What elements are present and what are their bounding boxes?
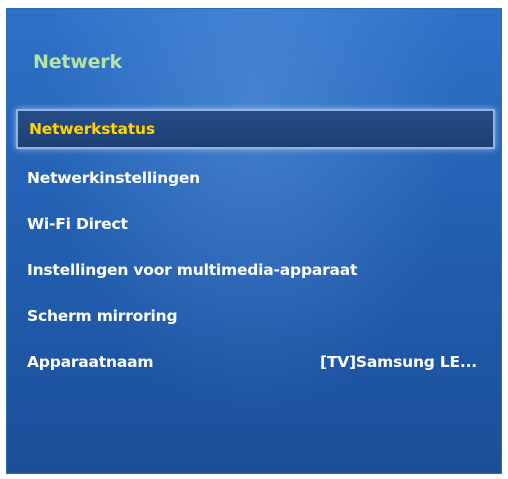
network-menu-panel: Netwerk Netwerkstatus Netwerkinstellinge… — [6, 8, 502, 474]
menu-item-wifi-direct[interactable]: Wi-Fi Direct — [7, 201, 501, 247]
menu-item-netwerkinstellingen[interactable]: Netwerkinstellingen — [7, 155, 501, 201]
menu-item-screen-mirroring[interactable]: Scherm mirroring — [7, 293, 501, 339]
menu-item-label: Netwerkinstellingen — [27, 169, 200, 187]
menu-item-netwerkstatus[interactable]: Netwerkstatus — [16, 109, 495, 149]
menu-item-label: Wi-Fi Direct — [27, 215, 128, 233]
menu-title: Netwerk — [33, 51, 122, 73]
menu-item-device-name[interactable]: Apparaatnaam [TV]Samsung LE... — [7, 339, 501, 385]
menu-item-label: Netwerkstatus — [29, 120, 155, 138]
tv-screen: Netwerk Netwerkstatus Netwerkinstellinge… — [0, 0, 508, 479]
menu-item-multimedia-settings[interactable]: Instellingen voor multimedia-apparaat — [7, 247, 501, 293]
menu-item-label: Instellingen voor multimedia-apparaat — [27, 261, 358, 279]
device-name-value: [TV]Samsung LE... — [319, 353, 477, 371]
menu-list: Netwerkstatus Netwerkinstellingen Wi-Fi … — [7, 109, 501, 385]
menu-item-label: Apparaatnaam — [27, 353, 154, 371]
menu-item-label: Scherm mirroring — [27, 307, 178, 325]
